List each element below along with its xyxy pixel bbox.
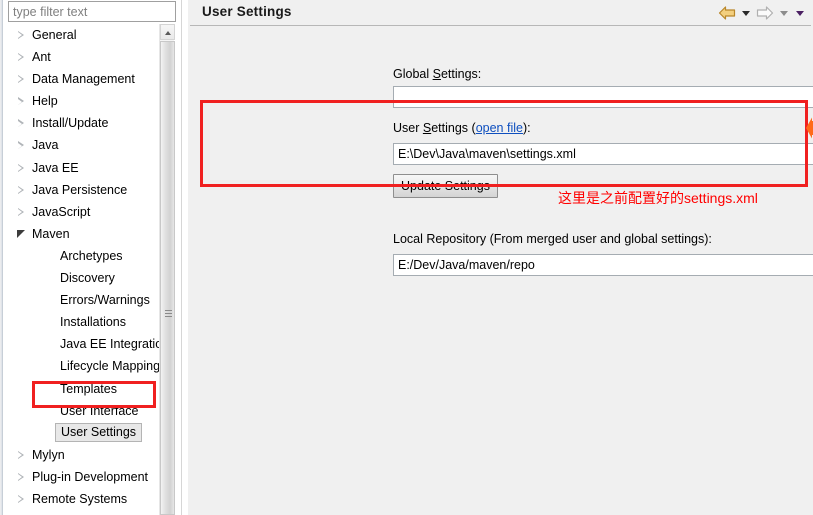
tree-item-label: JavaScript: [32, 204, 91, 219]
global-label-suffix: ettings:: [440, 67, 482, 81]
tree-item-label: Help: [32, 94, 58, 109]
tree-collapsed-arrow-icon[interactable]: [18, 53, 26, 62]
page-title: User Settings: [202, 4, 292, 19]
tree-item[interactable]: Installations: [6, 311, 162, 333]
tree-collapsed-arrow-icon[interactable]: [18, 97, 26, 106]
panel-divider[interactable]: [181, 0, 188, 515]
forward-arrow-icon[interactable]: [754, 3, 776, 23]
global-settings-label: Global Settings:: [393, 67, 481, 81]
tree-item[interactable]: Help: [6, 90, 162, 112]
tree-collapsed-arrow-icon[interactable]: [18, 31, 26, 40]
scroll-up-arrow-icon[interactable]: [160, 24, 175, 40]
tree-collapsed-arrow-icon[interactable]: [18, 494, 26, 504]
tree-expanded-arrow-icon[interactable]: [17, 229, 26, 239]
tree-collapsed-arrow-icon[interactable]: [18, 185, 26, 195]
preferences-tree[interactable]: General Ant Data Management Help Install/Upd…: [6, 24, 181, 515]
tree-item-label: Remote Systems: [32, 491, 128, 506]
tree-item-label: User Settings: [55, 422, 143, 442]
tree-collapsed-arrow-icon[interactable]: [18, 75, 26, 84]
user-label-mnemonic: S: [422, 121, 432, 135]
back-history-dropdown-icon[interactable]: [738, 3, 754, 23]
filter-field-wrapper: [8, 1, 176, 22]
tree-item-label: General: [32, 28, 77, 42]
page-header: User Settings: [188, 0, 813, 26]
global-label-mnemonic: S: [432, 67, 441, 81]
tree-item[interactable]: User Settings: [6, 422, 162, 444]
tree-item-label: Java EE: [32, 160, 79, 175]
user-settings-label: User Settings (open file):: [393, 121, 531, 135]
tree-item[interactable]: Archetypes: [6, 245, 162, 267]
tree-item[interactable]: Install/Update: [6, 112, 162, 134]
tree-item[interactable]: Java EE: [6, 157, 162, 179]
tree-item[interactable]: User Interface: [6, 400, 162, 422]
tree-item-label: Install/Update: [32, 116, 109, 131]
tree-collapsed-arrow-icon[interactable]: [18, 163, 26, 173]
settings-page-panel: User Settings Global Settings: User Sett…: [188, 0, 813, 515]
tree-item-list: General Ant Data Management Help Install/Upd…: [6, 24, 169, 515]
tree-item-label: Errors/Warnings: [60, 293, 150, 308]
local-repository-input[interactable]: [393, 254, 813, 276]
tree-item[interactable]: General: [6, 24, 162, 46]
global-settings-input[interactable]: [393, 86, 813, 108]
tree-item[interactable]: Ant: [6, 46, 162, 68]
tree-item-label: Lifecycle Mapping: [60, 359, 161, 374]
tree-item[interactable]: Lifecycle Mapping: [6, 355, 162, 377]
tree-item-label: Data Management: [32, 72, 135, 87]
tree-item-label: Discovery: [60, 271, 115, 286]
tree-item-label: Installations: [60, 315, 127, 330]
tree-item-label: Archetypes: [60, 248, 123, 263]
tree-item[interactable]: Data Management: [6, 68, 162, 90]
tree-collapsed-arrow-icon[interactable]: [18, 472, 26, 482]
global-label-prefix: Global: [393, 67, 433, 81]
window-left-edge: [0, 0, 3, 515]
tree-item-label: Java EE Integration: [60, 337, 170, 352]
tree-item[interactable]: JavaScript: [6, 201, 162, 223]
filter-input[interactable]: [8, 1, 176, 22]
tree-collapsed-arrow-icon[interactable]: [18, 141, 26, 150]
scrollbar-thumb[interactable]: [160, 41, 175, 515]
settings-form: Global Settings: Browse... User Settings…: [188, 26, 813, 515]
tree-item-label: Java Persistence: [32, 182, 128, 197]
tree-item[interactable]: Java Persistence: [6, 179, 162, 201]
user-settings-input[interactable]: [393, 143, 813, 165]
preferences-dialog: General Ant Data Management Help Install/Upd…: [0, 0, 813, 515]
tree-item[interactable]: Mylyn: [6, 444, 162, 466]
page-menu-dropdown-icon[interactable]: [792, 3, 808, 23]
update-settings-button[interactable]: Update Settings: [393, 174, 498, 198]
header-navigation: [716, 3, 808, 23]
back-arrow-icon[interactable]: [716, 3, 738, 23]
forward-history-dropdown-icon[interactable]: [776, 3, 792, 23]
user-label-mid: ettings (: [431, 121, 476, 135]
tree-collapsed-arrow-icon[interactable]: [18, 119, 26, 128]
tree-item[interactable]: Run/Debug: [6, 510, 162, 515]
tree-item[interactable]: Remote Systems: [6, 488, 162, 510]
tree-collapsed-arrow-icon[interactable]: [18, 207, 26, 217]
tree-item[interactable]: Errors/Warnings: [6, 289, 162, 311]
tree-item-label: Templates: [60, 381, 117, 396]
tree-item-label: Maven: [32, 226, 70, 241]
tree-item[interactable]: Java: [6, 134, 162, 156]
tree-item-label: Ant: [32, 50, 51, 65]
tree-collapsed-arrow-icon[interactable]: [18, 450, 26, 460]
tree-item[interactable]: Plug-in Development: [6, 466, 162, 488]
tree-item[interactable]: Maven: [6, 223, 162, 245]
tree-item[interactable]: Discovery: [6, 267, 162, 289]
tree-item-label: Run/Debug: [32, 510, 95, 515]
tree-item-label: Mylyn: [32, 447, 65, 462]
local-repository-label: Local Repository (From merged user and g…: [393, 232, 712, 246]
tree-item-label: Java: [32, 138, 59, 153]
user-label-prefix: User: [393, 121, 423, 135]
tree-item-label: User Interface: [60, 403, 139, 418]
annotation-note-text: 这里是之前配置好的settings.xml: [558, 190, 758, 206]
tree-vertical-scrollbar[interactable]: [159, 24, 175, 515]
scrollbar-grip-icon: [165, 310, 172, 317]
preferences-tree-panel: General Ant Data Management Help Install/Upd…: [0, 0, 181, 515]
tree-item[interactable]: Java EE Integration: [6, 333, 169, 355]
tree-item[interactable]: Templates: [6, 378, 162, 400]
tree-item-label: Plug-in Development: [32, 469, 149, 484]
open-file-link[interactable]: open file: [476, 121, 523, 135]
user-label-suffix: ):: [522, 121, 531, 135]
